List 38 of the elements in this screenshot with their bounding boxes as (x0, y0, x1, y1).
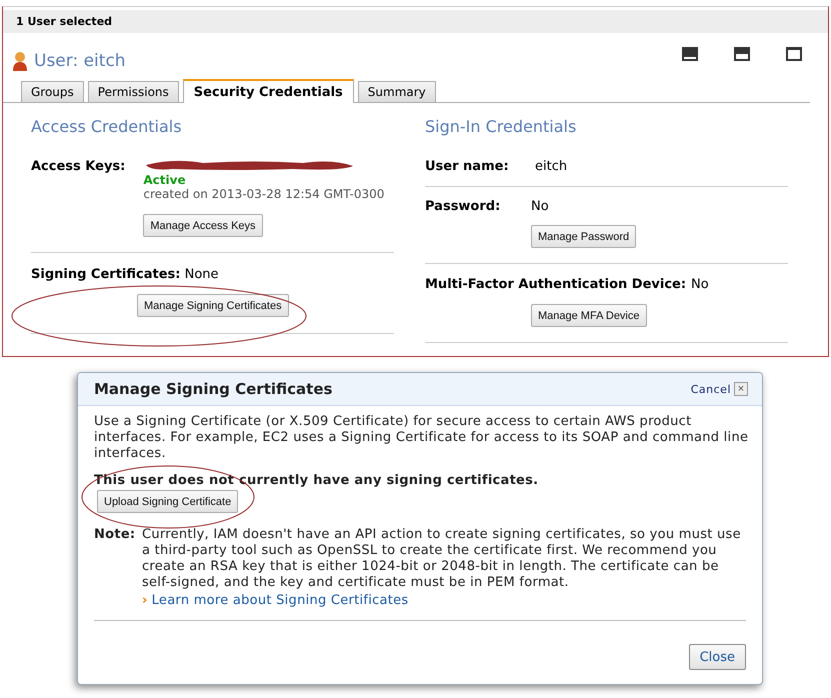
dialog-title: Manage Signing Certificates (94, 380, 334, 398)
tab[interactable]: Permissions (88, 81, 179, 102)
tab[interactable]: Groups (21, 81, 84, 102)
field-label: Access Keys: (31, 159, 126, 176)
manage-access-keys-button[interactable]: Manage Access Keys (143, 214, 263, 237)
layout-icon[interactable] (682, 47, 698, 61)
manage-signing-certificates-button[interactable]: Manage Signing Certificates (137, 294, 289, 317)
layout-icon[interactable] (734, 47, 750, 61)
field-value: No (691, 277, 709, 292)
field-label: Signing Certificates: (31, 267, 180, 282)
field-value: No (531, 199, 549, 214)
field-label: Password: (425, 199, 502, 214)
learn-more-link[interactable]: Learn more about Signing Certificates (152, 593, 408, 608)
upload-signing-certificate-button[interactable]: Upload Signing Certificate (97, 490, 238, 513)
close-icon[interactable]: × (734, 382, 748, 396)
empty-message: This user does not currently have any signing certificates. (94, 473, 540, 489)
close-button[interactable]: Close (688, 644, 746, 670)
field-label: Multi-Factor Authentication Device: (425, 277, 686, 292)
section-title: Access Credentials (31, 117, 183, 138)
manage-mfa-device-button[interactable]: Manage MFA Device (531, 304, 646, 327)
tab[interactable]: Summary (358, 81, 436, 102)
chevron-icon: › (142, 593, 148, 608)
field-label: User name: (425, 159, 510, 174)
field-value: None (184, 267, 219, 282)
created-date: created on 2013-03-28 12:54 GMT-0300 (143, 187, 384, 201)
field-value: eitch (535, 159, 568, 174)
tab[interactable]: Security Credentials (182, 79, 354, 103)
user-title: User: eitch (34, 51, 126, 71)
intro-text: Use a Signing Certificate (or X.509 Certificate) for secure access to certain AWS product interfaces. For example, EC2 uses a Signing Certificate for access to its SOAP and command line interfaces. (94, 414, 750, 462)
layout-icon[interactable] (786, 47, 802, 61)
user-icon (12, 51, 28, 71)
status-active: Active (143, 173, 186, 187)
manage-password-button[interactable]: Manage Password (531, 225, 636, 248)
selection-status: 1 User selected (16, 15, 112, 28)
section-title: Sign-In Credentials (425, 117, 578, 138)
cancel-link[interactable]: Cancel (690, 382, 731, 396)
note-text: Currently, IAM doesn't have an API action to create signing certificates, so you must use a third-party tool such as OpenSSL to create the certificate first. We recommend you create an RSA key that is either 1024-bit or 2048-bit in length. The certificate can be self-signed, and the key and certificate must be in PEM format. (142, 527, 742, 591)
note-label: Note: (94, 527, 136, 544)
